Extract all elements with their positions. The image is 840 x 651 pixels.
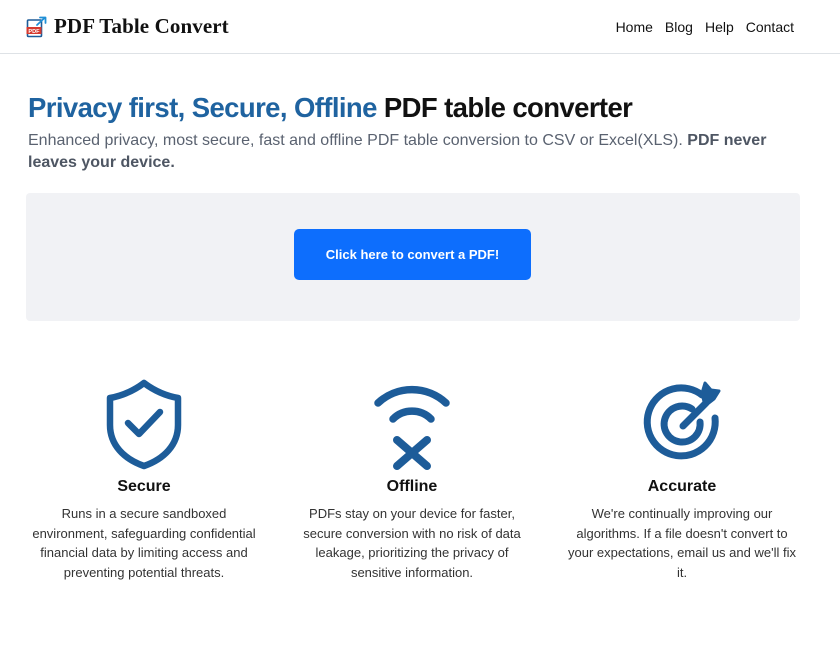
convert-panel: Click here to convert a PDF! [26, 193, 800, 321]
wifi-off-icon [372, 378, 452, 475]
brand-name: PDF Table Convert [54, 14, 229, 38]
brand-link[interactable]: PDF PDF Table Convert [26, 14, 229, 39]
nav-links: Home Blog Help Contact [616, 19, 794, 35]
target-arrow-icon [642, 378, 722, 475]
title-rest: PDF table converter [383, 92, 633, 123]
hero: Privacy first, Secure, Offline PDF table… [0, 54, 840, 174]
feature-description: PDFs stay on your device for faster, sec… [303, 506, 521, 580]
feature-description: Runs in a secure sandboxed environment, … [32, 506, 256, 580]
nav-link-help[interactable]: Help [705, 19, 734, 35]
nav-link-contact[interactable]: Contact [746, 19, 794, 35]
convert-pdf-button[interactable]: Click here to convert a PDF! [294, 229, 531, 280]
pdf-export-logo-icon: PDF [26, 16, 48, 38]
logo-pdf-label: PDF [28, 28, 40, 34]
page-title: Privacy first, Secure, Offline PDF table… [28, 92, 812, 124]
feature-description: We're continually improving our algorith… [568, 506, 796, 580]
nav-link-blog[interactable]: Blog [665, 19, 693, 35]
navbar: PDF PDF Table Convert Home Blog Help Con… [0, 0, 840, 54]
title-accent: Privacy first, Secure, Offline [28, 92, 377, 123]
subtitle-text: Enhanced privacy, most secure, fast and … [28, 132, 683, 149]
feature-accurate: Accurate We're continually improving our… [562, 378, 802, 582]
feature-secure: Secure Runs in a secure sandboxed enviro… [24, 378, 264, 582]
feature-title: Offline [386, 478, 438, 495]
hero-subtitle: Enhanced privacy, most secure, fast and … [28, 130, 788, 174]
nav-link-home[interactable]: Home [616, 19, 653, 35]
feature-offline: Offline PDFs stay on your device for fas… [292, 378, 532, 582]
feature-title: Accurate [647, 478, 717, 495]
shield-check-icon [105, 378, 183, 475]
feature-title: Secure [117, 478, 171, 495]
